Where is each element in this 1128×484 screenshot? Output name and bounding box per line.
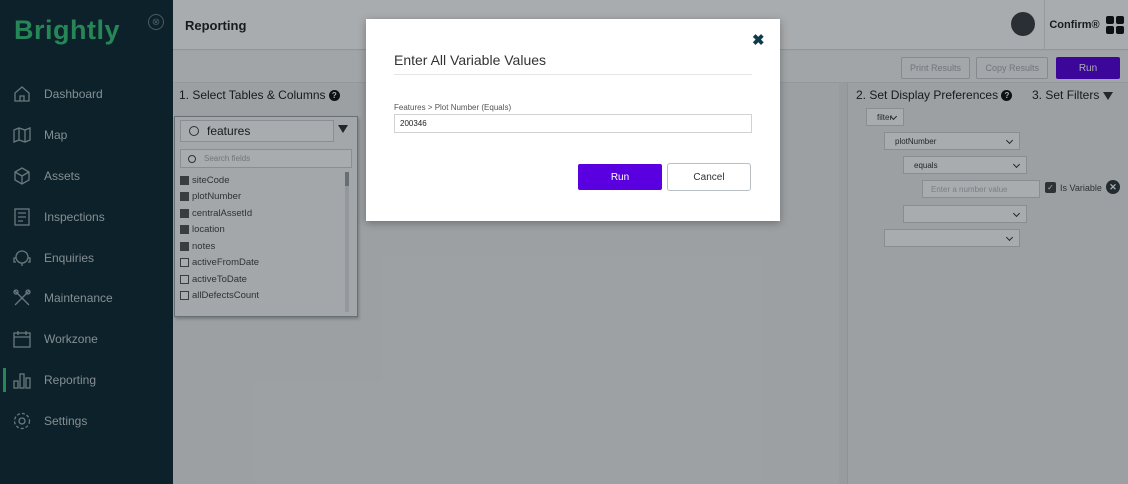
dialog-divider [394,74,752,75]
close-icon[interactable]: ✖ [752,31,765,49]
variable-values-dialog: Enter All Variable Values ✖ Features > P… [366,19,780,221]
variable-value-text: 200346 [400,119,427,128]
variable-value-input[interactable]: 200346 [394,114,752,133]
dialog-run-button[interactable]: Run [578,164,662,190]
dialog-title: Enter All Variable Values [394,52,547,68]
variable-field-label: Features > Plot Number (Equals) [394,103,512,112]
dialog-cancel-button[interactable]: Cancel [667,163,751,191]
